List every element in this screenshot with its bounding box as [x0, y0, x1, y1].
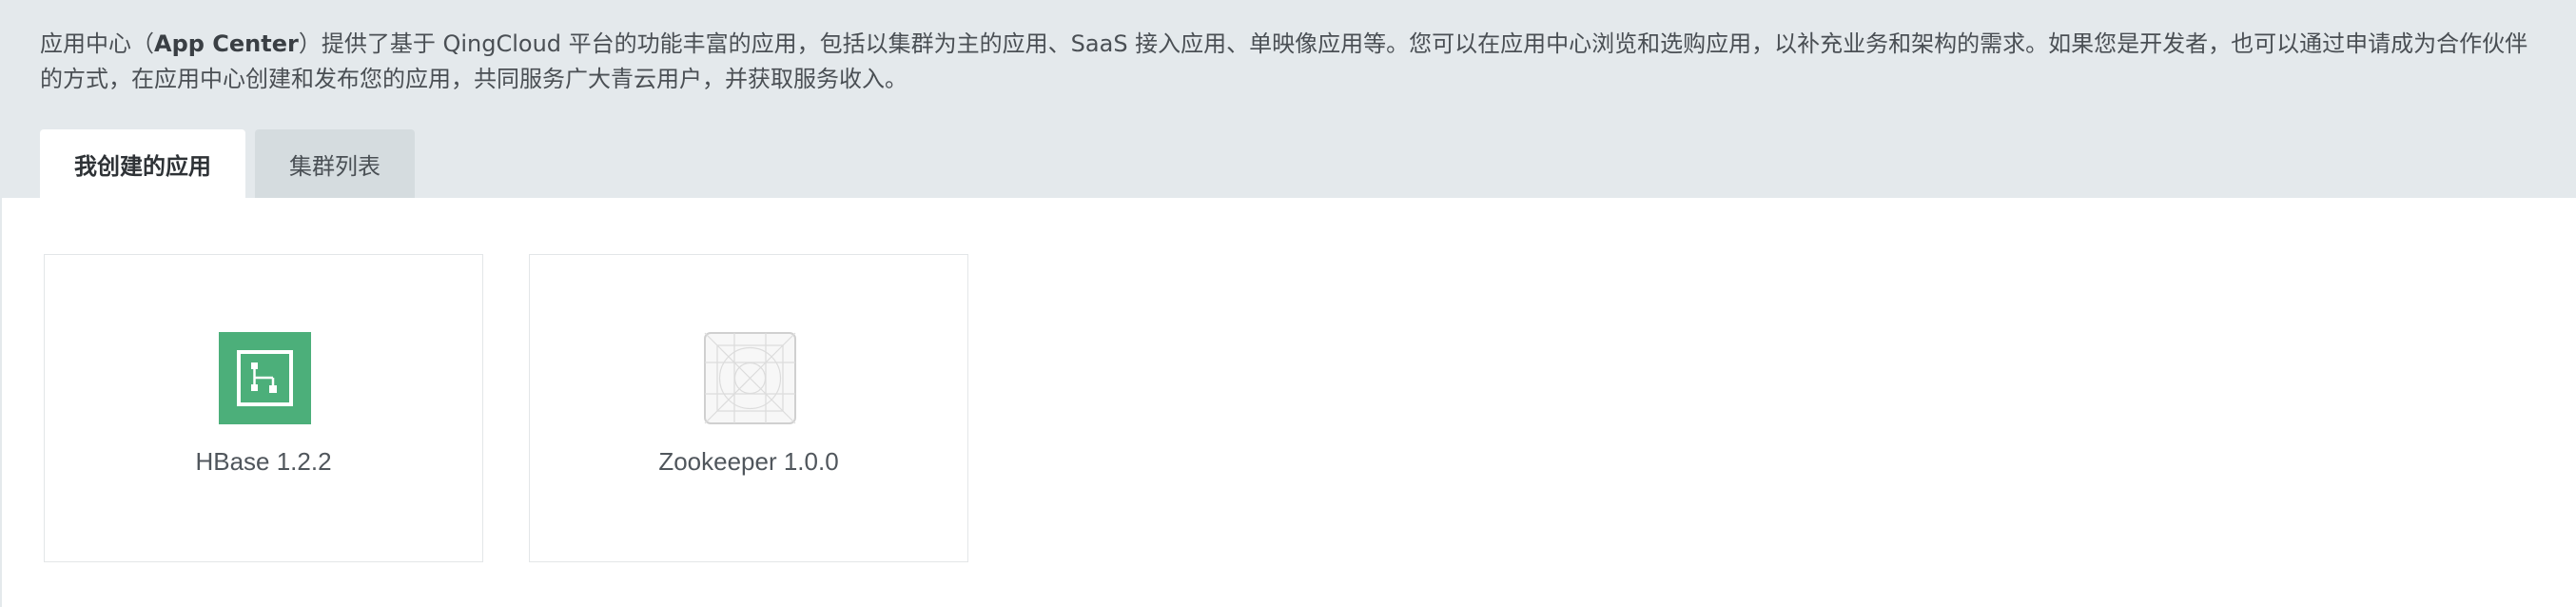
tab-my-apps[interactable]: 我创建的应用: [40, 129, 245, 198]
intro-text-2: ）提供了基于 QingCloud 平台的功能丰富的应用，包括以集群为主的应用、S…: [40, 30, 2528, 92]
app-name-hbase: HBase 1.2.2: [195, 447, 332, 476]
app-card-hbase[interactable]: HBase 1.2.2: [44, 254, 483, 562]
hbase-icon: [219, 332, 311, 424]
tab-cluster-list[interactable]: 集群列表: [255, 129, 415, 198]
app-center-page: 应用中心（App Center）提供了基于 QingCloud 平台的功能丰富的…: [0, 0, 2576, 607]
intro-app-center-strong: App Center: [154, 30, 299, 57]
app-card-zookeeper[interactable]: Zookeeper 1.0.0: [529, 254, 968, 562]
app-center-intro: 应用中心（App Center）提供了基于 QingCloud 平台的功能丰富的…: [40, 27, 2542, 97]
tab-bar: 我创建的应用 集群列表: [40, 129, 415, 198]
app-name-zookeeper: Zookeeper 1.0.0: [658, 447, 839, 476]
intro-text-1: 应用中心（: [40, 30, 154, 57]
zookeeper-placeholder-icon: [704, 332, 796, 424]
